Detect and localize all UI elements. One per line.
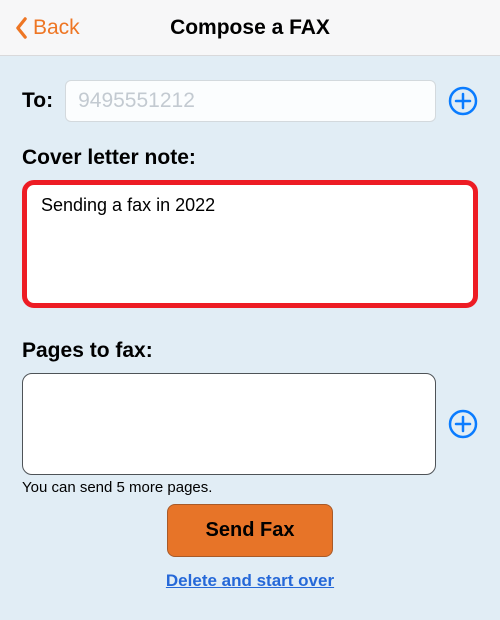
cover-letter-textarea[interactable]: [22, 180, 478, 308]
pages-hint: You can send 5 more pages.: [22, 479, 478, 496]
delete-start-over-link[interactable]: Delete and start over: [166, 571, 334, 591]
back-label: Back: [33, 16, 80, 40]
plus-circle-icon: [448, 86, 478, 116]
pages-row: [22, 373, 478, 475]
header-bar: Back Compose a FAX: [0, 0, 500, 56]
cover-label: Cover letter note:: [22, 146, 478, 170]
to-label: To:: [22, 89, 53, 113]
add-page-button[interactable]: [448, 409, 478, 439]
add-recipient-button[interactable]: [448, 86, 478, 116]
pages-container[interactable]: [22, 373, 436, 475]
pages-label: Pages to fax:: [22, 339, 478, 363]
bottom-actions: Send Fax Delete and start over: [22, 504, 478, 591]
to-input[interactable]: [65, 80, 436, 122]
to-row: To:: [22, 80, 478, 122]
send-fax-button[interactable]: Send Fax: [167, 504, 334, 557]
plus-circle-icon: [448, 409, 478, 439]
back-button[interactable]: Back: [14, 16, 80, 40]
chevron-left-icon: [14, 17, 29, 39]
content-area: To: Cover letter note: Pages to fax: You…: [0, 56, 500, 591]
